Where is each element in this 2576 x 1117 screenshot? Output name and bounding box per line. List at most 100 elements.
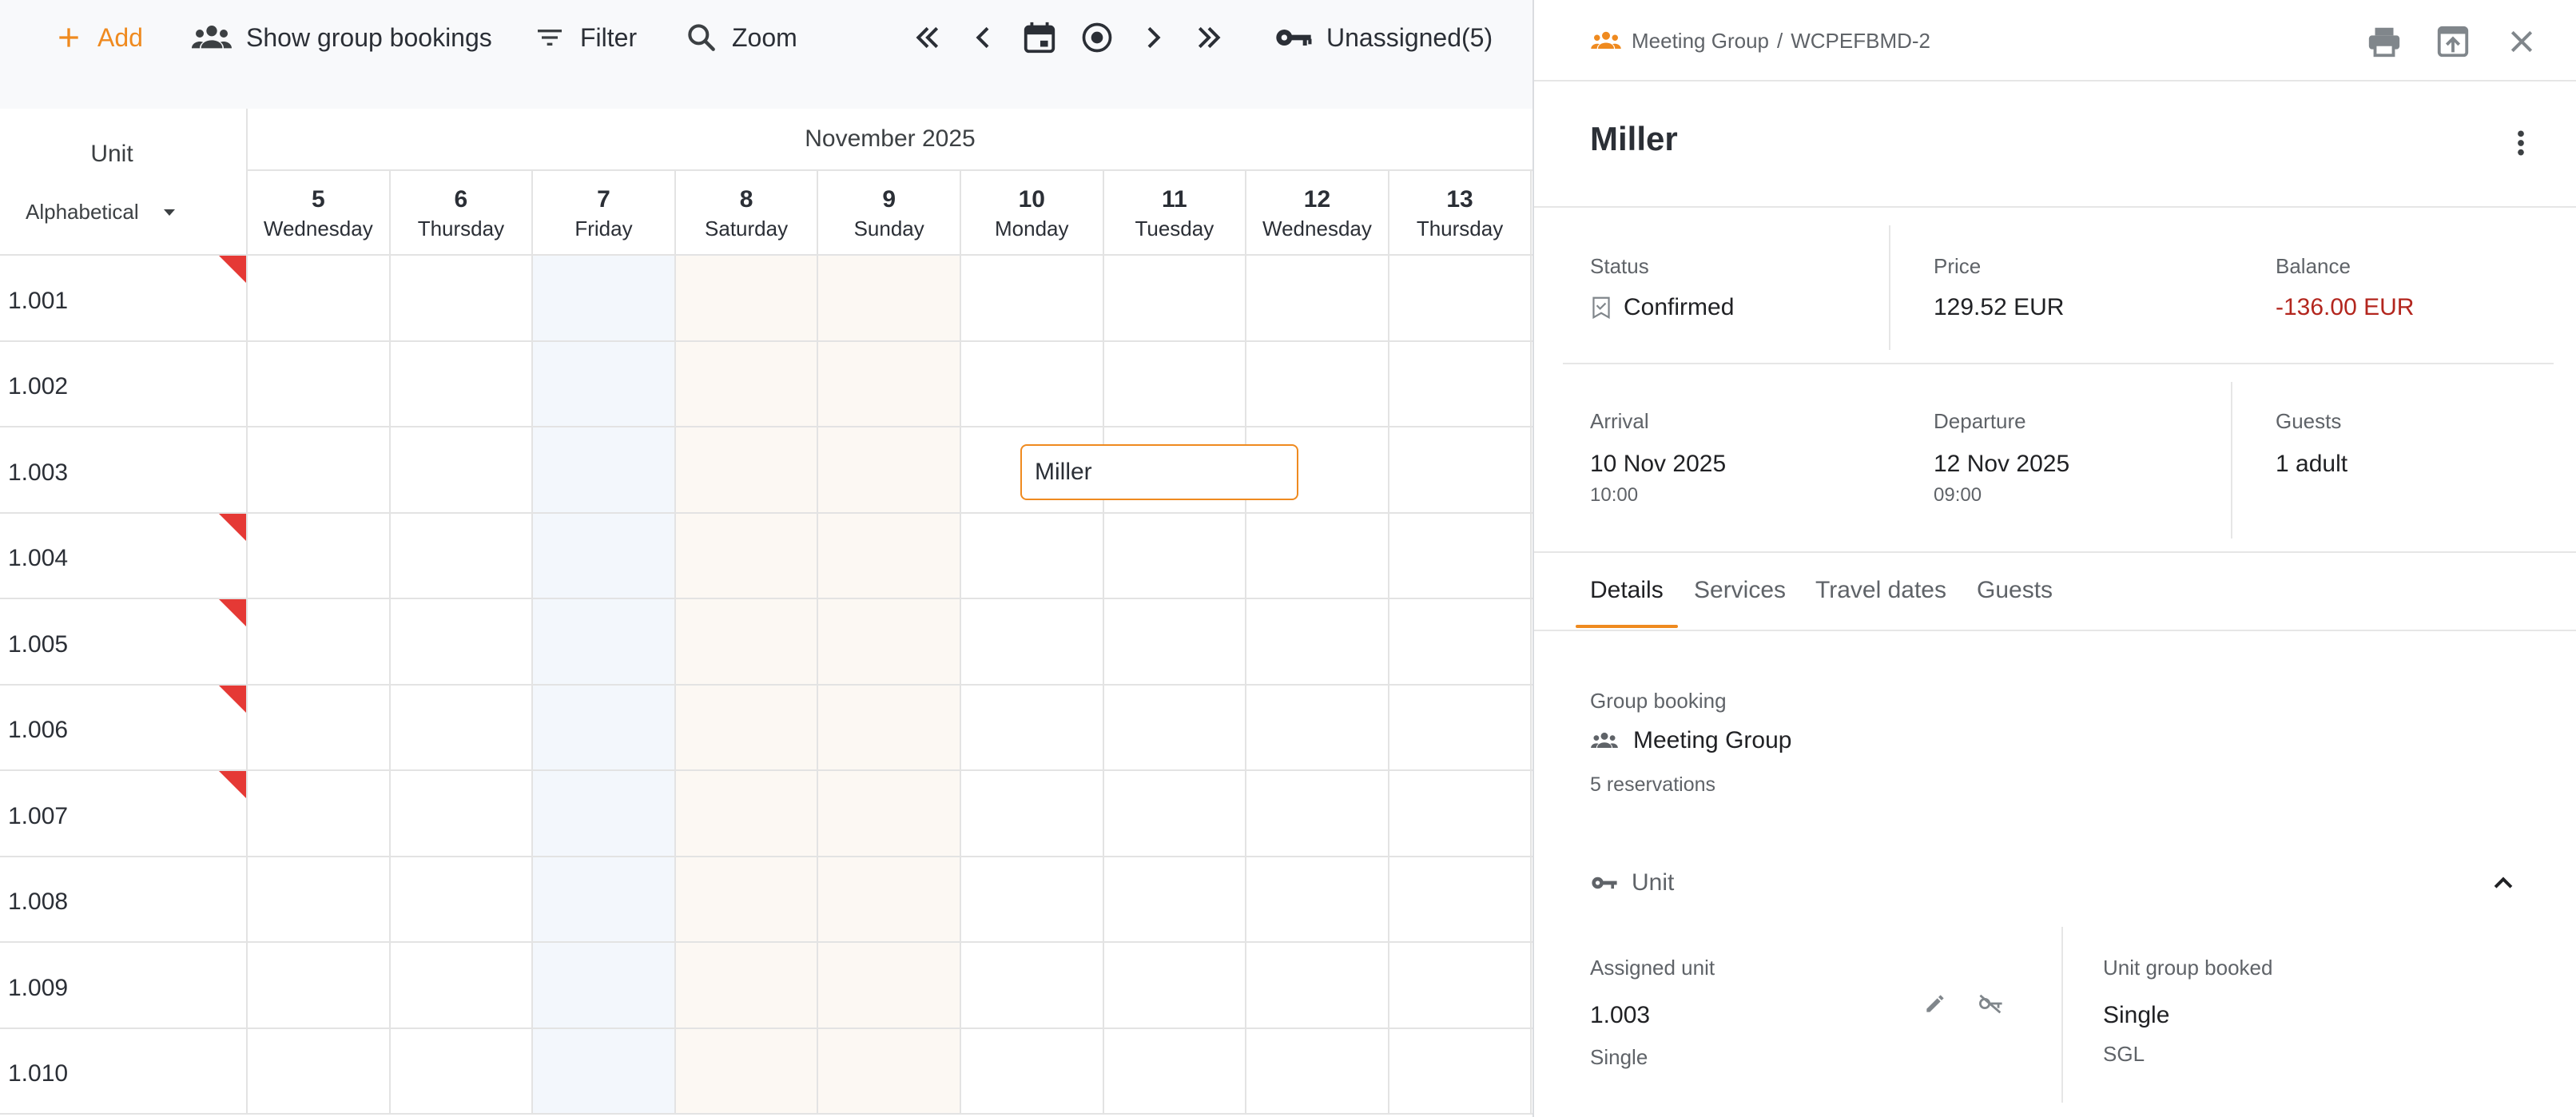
today-button[interactable] (1074, 14, 1120, 61)
calendar-cell[interactable] (1104, 685, 1247, 769)
calendar-cell[interactable] (1389, 427, 1532, 512)
sort-dropdown[interactable]: Alphabetical (26, 200, 179, 225)
calendar-cell[interactable] (818, 341, 961, 426)
calendar-cell[interactable] (675, 771, 819, 856)
calendar-cell[interactable] (1389, 1028, 1532, 1113)
calendar-cell[interactable] (533, 1028, 676, 1113)
calendar-cell[interactable] (1246, 943, 1389, 1028)
calendar-cell[interactable] (1246, 256, 1389, 340)
calendar-cell[interactable] (818, 256, 961, 340)
calendar-cell[interactable] (961, 341, 1104, 426)
calendar-cell[interactable] (248, 256, 391, 340)
unit-label[interactable]: 1.001 (0, 256, 248, 340)
calendar-cell[interactable] (1246, 341, 1389, 426)
calendar-cell[interactable] (818, 513, 961, 598)
calendar-cell[interactable] (391, 341, 534, 426)
calendar-cell[interactable] (818, 685, 961, 769)
calendar-cell[interactable] (961, 943, 1104, 1028)
calendar-cell[interactable] (533, 771, 676, 856)
calendar-cell[interactable] (818, 1028, 961, 1113)
calendar-cell[interactable] (1104, 943, 1247, 1028)
calendar-cell[interactable] (1104, 1028, 1247, 1113)
calendar-cell[interactable] (248, 427, 391, 512)
unit-label[interactable]: 1.006 (0, 685, 248, 769)
calendar-cell[interactable] (1389, 943, 1532, 1028)
calendar-cell[interactable] (1104, 341, 1247, 426)
calendar-cell[interactable] (533, 513, 676, 598)
calendar-cell[interactable] (248, 685, 391, 769)
calendar-cell[interactable] (391, 513, 534, 598)
calendar-cell[interactable] (818, 427, 961, 512)
calendar-cell[interactable] (1389, 256, 1532, 340)
calendar-cell[interactable] (248, 341, 391, 426)
calendar-cell[interactable] (533, 427, 676, 512)
calendar-cell[interactable] (533, 943, 676, 1028)
calendar-cell[interactable] (248, 1028, 391, 1113)
zoom-button[interactable]: Zoom (684, 14, 797, 61)
calendar-cell[interactable] (1246, 857, 1389, 941)
tab-details[interactable]: Details (1590, 577, 1664, 604)
calendar-cell[interactable] (391, 599, 534, 684)
calendar-cell[interactable] (1389, 341, 1532, 426)
unit-label[interactable]: 1.005 (0, 599, 248, 684)
jump-back-button[interactable] (904, 14, 951, 61)
calendar-cell[interactable] (1246, 685, 1389, 769)
calendar-cell[interactable] (1104, 599, 1247, 684)
calendar-cell[interactable] (1104, 256, 1247, 340)
calendar-cell[interactable] (818, 943, 961, 1028)
calendar-cell[interactable] (533, 341, 676, 426)
breadcrumb-group-link[interactable]: Meeting Group (1632, 29, 1769, 54)
tab-guests[interactable]: Guests (1977, 577, 2053, 604)
show-group-bookings-button[interactable]: Show group bookings (190, 14, 492, 61)
tab-services[interactable]: Services (1694, 577, 1786, 604)
add-button[interactable]: Add (53, 14, 143, 61)
calendar-cell[interactable] (961, 599, 1104, 684)
calendar-cell[interactable] (391, 943, 534, 1028)
calendar-cell[interactable] (818, 599, 961, 684)
calendar-cell[interactable] (818, 771, 961, 856)
calendar-cell[interactable] (961, 771, 1104, 856)
calendar-cell[interactable] (675, 599, 819, 684)
calendar-cell[interactable] (1389, 685, 1532, 769)
next-button[interactable] (1130, 14, 1176, 61)
calendar-cell[interactable] (533, 685, 676, 769)
unit-label[interactable]: 1.003 (0, 427, 248, 512)
calendar-cell[interactable] (248, 943, 391, 1028)
unit-label[interactable]: 1.007 (0, 771, 248, 856)
calendar-cell[interactable] (675, 513, 819, 598)
calendar-cell[interactable] (1246, 513, 1389, 598)
jump-forward-button[interactable] (1186, 14, 1232, 61)
calendar-cell[interactable] (533, 857, 676, 941)
calendar-cell[interactable] (391, 771, 534, 856)
open-in-new-button[interactable] (2432, 21, 2474, 62)
calendar-cell[interactable] (1389, 599, 1532, 684)
calendar-cell[interactable] (1389, 857, 1532, 941)
calendar-cell[interactable] (961, 256, 1104, 340)
calendar-cell[interactable] (818, 857, 961, 941)
tab-travel-dates[interactable]: Travel dates (1815, 577, 1946, 604)
previous-button[interactable] (960, 14, 1007, 61)
booking-block[interactable]: Miller (1020, 444, 1298, 500)
calendar-cell[interactable] (391, 857, 534, 941)
group-booking-link[interactable]: Meeting Group (1590, 727, 1791, 754)
calendar-cell[interactable] (675, 427, 819, 512)
calendar-cell[interactable] (675, 685, 819, 769)
close-button[interactable] (2501, 21, 2542, 62)
calendar-cell[interactable] (391, 256, 534, 340)
calendar-cell[interactable] (248, 599, 391, 684)
calendar-picker-button[interactable] (1016, 14, 1063, 61)
collapse-unit-button[interactable] (2483, 866, 2523, 901)
calendar-cell[interactable] (675, 341, 819, 426)
calendar-cell[interactable] (248, 513, 391, 598)
unassign-unit-button[interactable] (1972, 984, 2010, 1023)
calendar-cell[interactable] (1246, 599, 1389, 684)
calendar-cell[interactable] (961, 513, 1104, 598)
calendar-cell[interactable] (1246, 1028, 1389, 1113)
calendar-cell[interactable] (675, 857, 819, 941)
print-button[interactable] (2363, 21, 2405, 62)
calendar-cell[interactable] (675, 943, 819, 1028)
calendar-cell[interactable] (675, 1028, 819, 1113)
unit-section-header[interactable]: Unit (1590, 869, 1674, 896)
calendar-cell[interactable] (391, 685, 534, 769)
calendar-cell[interactable] (961, 685, 1104, 769)
